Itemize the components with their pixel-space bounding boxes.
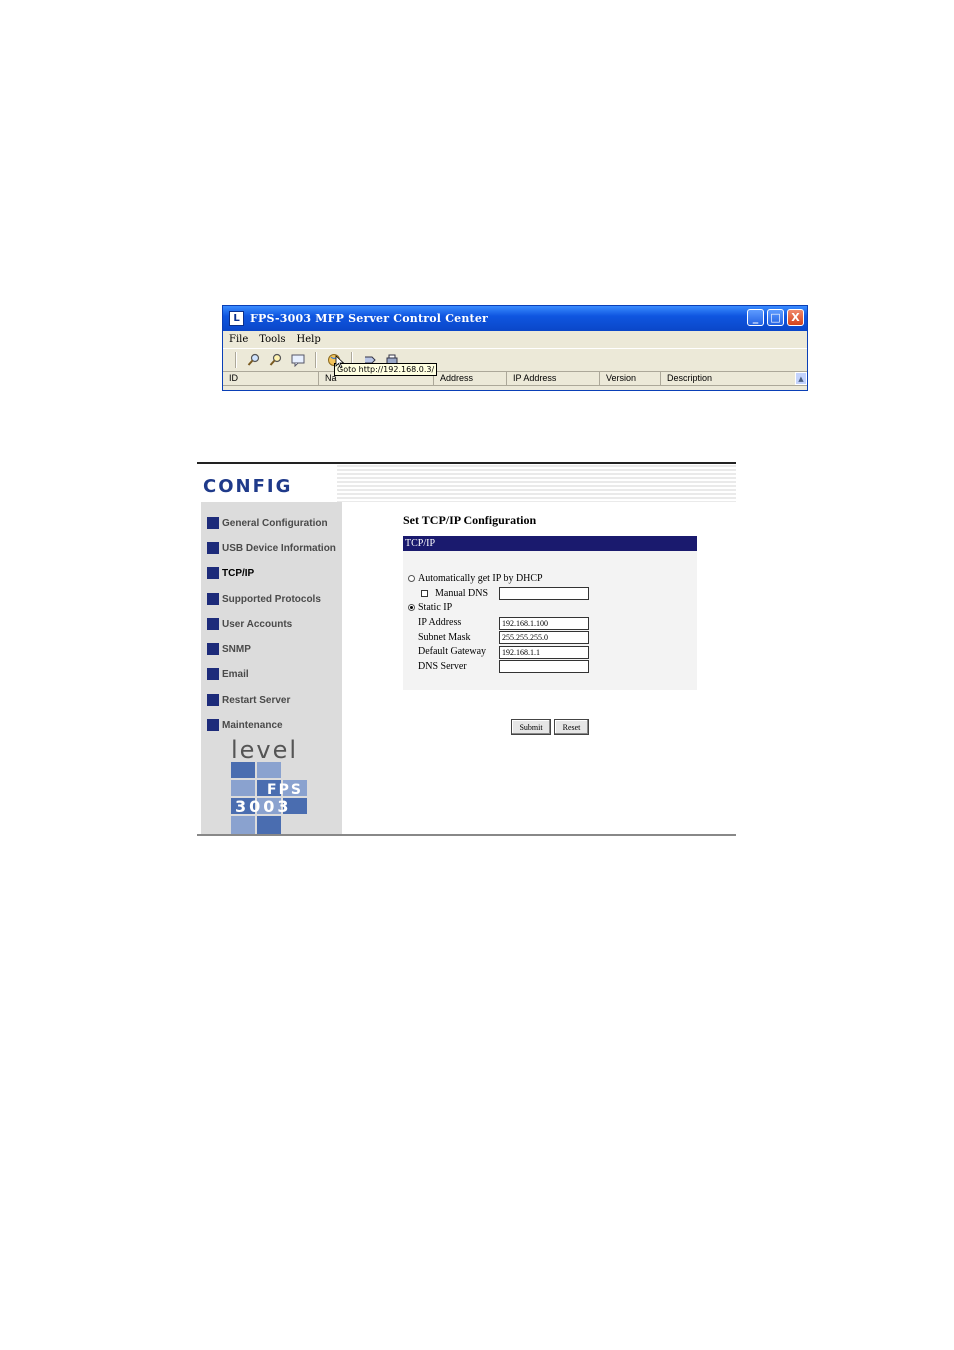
minimize-button[interactable]: _: [747, 309, 764, 326]
menu-bar: File Tools Help: [223, 331, 807, 348]
ip-address-label: IP Address: [418, 617, 462, 628]
find-ip-icon[interactable]: [267, 351, 285, 369]
brand-model-prefix: FPS: [267, 782, 303, 798]
tooltip: Goto http://192.168.0.3/: [334, 363, 438, 376]
menu-tools[interactable]: Tools: [259, 334, 285, 345]
sidebar-item-maintenance[interactable]: Maintenance: [207, 718, 283, 732]
close-button[interactable]: X: [787, 309, 804, 326]
config-web-page: CONFIG General Configuration USB Device …: [197, 462, 736, 836]
config-logo: CONFIG: [203, 476, 293, 497]
column-header-version[interactable]: Version: [600, 372, 661, 386]
submit-button[interactable]: Submit: [511, 719, 551, 735]
level-one-brand-logo: level FPS 3003: [231, 736, 343, 834]
dns-server-input[interactable]: [499, 660, 589, 673]
subnet-mask-input[interactable]: 255.255.255.0: [499, 631, 589, 644]
nav-bullet-icon: [207, 542, 219, 554]
dns-server-label: DNS Server: [418, 661, 467, 672]
sidebar-item-user-accounts[interactable]: User Accounts: [207, 617, 292, 631]
nav-bullet-icon: [207, 517, 219, 529]
column-header-address[interactable]: Address: [434, 372, 507, 386]
title-bar[interactable]: L FPS-3003 MFP Server Control Center _ □…: [223, 306, 807, 331]
mouse-cursor-icon: [335, 355, 345, 374]
control-center-window: L FPS-3003 MFP Server Control Center _ □…: [222, 305, 808, 391]
subnet-mask-label: Subnet Mask: [418, 632, 471, 643]
sidebar-item-supported-protocols[interactable]: Supported Protocols: [207, 592, 321, 606]
top-divider: [197, 462, 736, 464]
header-tab-slope: [317, 484, 337, 502]
brand-model-number: 3003: [235, 797, 292, 816]
default-gateway-label: Default Gateway: [418, 646, 487, 657]
dhcp-label: Automatically get IP by DHCP: [418, 573, 543, 584]
page-title: Set TCP/IP Configuration: [403, 513, 537, 527]
sidebar-item-email[interactable]: Email: [207, 667, 249, 681]
message-icon[interactable]: [289, 351, 307, 369]
column-header-description[interactable]: Description: [661, 372, 807, 386]
sidebar-item-usb-device-information[interactable]: USB Device Information: [207, 541, 336, 555]
toolbar-separator: [315, 352, 317, 368]
sidebar: General Configuration USB Device Informa…: [201, 502, 342, 834]
default-gateway-input[interactable]: 192.168.1.1: [499, 646, 589, 659]
nav-bullet-icon: [207, 719, 219, 731]
menu-file[interactable]: File: [229, 334, 248, 345]
window-title: FPS-3003 MFP Server Control Center: [250, 312, 489, 325]
manual-dns-input[interactable]: [499, 587, 589, 600]
column-header-id[interactable]: ID: [223, 372, 319, 386]
nav-bullet-icon: [207, 643, 219, 655]
app-logo-icon: L: [229, 311, 244, 326]
nav-bullet-icon: [207, 567, 219, 579]
dhcp-option: Automatically get IP by DHCP: [408, 573, 543, 584]
manual-dns-checkbox[interactable]: [421, 590, 428, 597]
search-icon[interactable]: [245, 351, 263, 369]
bottom-divider: [197, 834, 736, 836]
maximize-button[interactable]: □: [767, 309, 784, 326]
menu-help[interactable]: Help: [297, 334, 321, 345]
static-ip-radio[interactable]: [408, 604, 415, 611]
sidebar-item-general-configuration[interactable]: General Configuration: [207, 516, 328, 530]
ip-address-input[interactable]: 192.168.1.100: [499, 617, 589, 630]
static-ip-label: Static IP: [418, 602, 453, 613]
server-list-header: ID Na Address IP Address Version Descrip…: [223, 372, 807, 386]
nav-bullet-icon: [207, 694, 219, 706]
reset-button[interactable]: Reset: [554, 719, 589, 735]
sidebar-item-restart-server[interactable]: Restart Server: [207, 693, 290, 707]
sidebar-item-snmp[interactable]: SNMP: [207, 642, 251, 656]
nav-bullet-icon: [207, 593, 219, 605]
scroll-up-icon[interactable]: ▲: [795, 372, 807, 385]
toolbar-separator: [235, 352, 237, 368]
static-ip-option: Static IP: [408, 602, 452, 613]
tcpip-panel: TCP/IP Automatically get IP by DHCP Manu…: [403, 536, 697, 690]
header-stripes: [317, 465, 736, 502]
brand-word: level: [231, 736, 298, 764]
toolbar: Goto http://192.168.0.3/: [223, 348, 807, 376]
nav-bullet-icon: [207, 668, 219, 680]
manual-dns-option: Manual DNS: [421, 588, 488, 599]
sidebar-item-tcp-ip[interactable]: TCP/IP: [207, 566, 254, 580]
panel-header: TCP/IP: [403, 536, 697, 551]
manual-dns-label: Manual DNS: [435, 588, 489, 599]
nav-bullet-icon: [207, 618, 219, 630]
column-header-ip-address[interactable]: IP Address: [507, 372, 600, 386]
dhcp-radio[interactable]: [408, 575, 415, 582]
